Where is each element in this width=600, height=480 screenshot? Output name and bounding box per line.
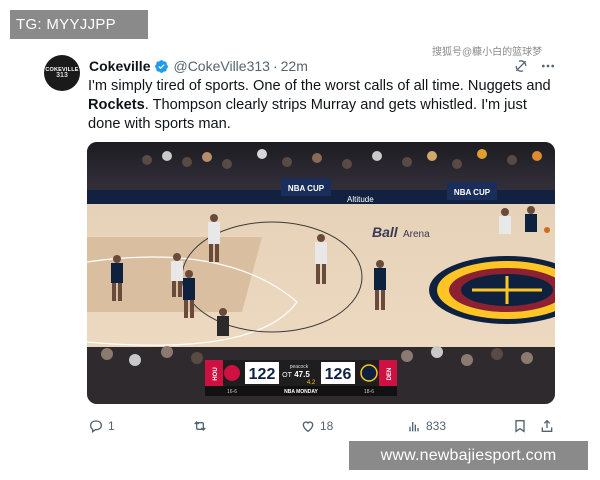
nuggets-small-logo (360, 364, 378, 382)
arena-label: Arena (403, 229, 430, 240)
display-name[interactable]: Cokeville (89, 58, 150, 74)
share-button[interactable] (539, 416, 555, 436)
verified-badge-icon (155, 59, 169, 73)
site-watermark: www.newbajiesport.com (349, 441, 588, 470)
like-button[interactable]: 18 (300, 416, 333, 436)
scorebug: HOU 122 peacock OT 47.5 4.2 126 DEN 16-6… (205, 360, 397, 396)
views-button[interactable]: 833 (406, 416, 446, 436)
like-count: 18 (320, 419, 334, 433)
post-text-bold[interactable]: Rockets (88, 97, 145, 113)
basketball (544, 227, 550, 233)
board-text-1: NBA CUP (288, 184, 325, 193)
show-label: NBA MONDAY (284, 389, 318, 395)
board-text-2: NBA CUP (454, 188, 491, 197)
channel-tag: TG: MYYJJPP (10, 10, 148, 39)
reply-icon (89, 420, 103, 433)
away-abbr: HOU (213, 367, 219, 380)
tweet-card[interactable]: COKEVILLE 313 Cokeville @CokeVille313 · … (38, 40, 564, 440)
post-time[interactable]: 22m (281, 58, 308, 74)
retweet-button[interactable] (192, 416, 212, 436)
views-icon (409, 422, 419, 432)
home-abbr: DEN (387, 368, 393, 381)
avatar-text-bottom: 313 (56, 72, 68, 79)
separator-dot: · (272, 58, 278, 74)
retweet-icon (194, 421, 206, 431)
avatar[interactable]: COKEVILLE 313 (44, 55, 80, 91)
like-icon (302, 421, 314, 433)
shot-clock: 4.2 (307, 380, 316, 386)
bookmark-icon (515, 420, 525, 433)
post-header: Cokeville @CokeVille313 · 22m (89, 57, 308, 75)
arena-script: Ball (372, 224, 399, 240)
bookmark-button[interactable] (512, 416, 528, 436)
period-label: OT (282, 372, 292, 379)
home-score: 126 (325, 366, 352, 383)
reply-count: 1 (108, 419, 115, 433)
board-text-3: Altitude (347, 195, 374, 204)
post-text: I'm simply tired of sports. One of the w… (88, 77, 558, 134)
reply-button[interactable]: 1 (88, 416, 115, 436)
rockets-logo (224, 365, 240, 381)
views-count: 833 (426, 419, 447, 433)
share-icon (541, 419, 553, 432)
grok-icon[interactable] (513, 58, 529, 74)
video-media[interactable]: NBA CUP NBA CUP Altitude Ball Arena HOU … (87, 142, 555, 404)
away-score: 122 (249, 366, 276, 383)
post-text-part2: . Thompson clearly strips Murray and get… (88, 97, 527, 132)
post-text-part1: I'm simply tired of sports. One of the w… (88, 78, 551, 94)
sohu-watermark: 搜狐号@糠小白的篮球梦 (432, 47, 543, 58)
home-record: 18-6 (364, 389, 374, 395)
more-icon[interactable] (540, 58, 556, 74)
game-clock: 47.5 (294, 370, 310, 379)
court-scene: NBA CUP NBA CUP Altitude Ball Arena HOU … (87, 142, 555, 404)
user-handle[interactable]: @CokeVille313 (173, 58, 269, 74)
action-bar: 1 18 833 (88, 416, 558, 436)
away-record: 16-6 (227, 389, 237, 395)
